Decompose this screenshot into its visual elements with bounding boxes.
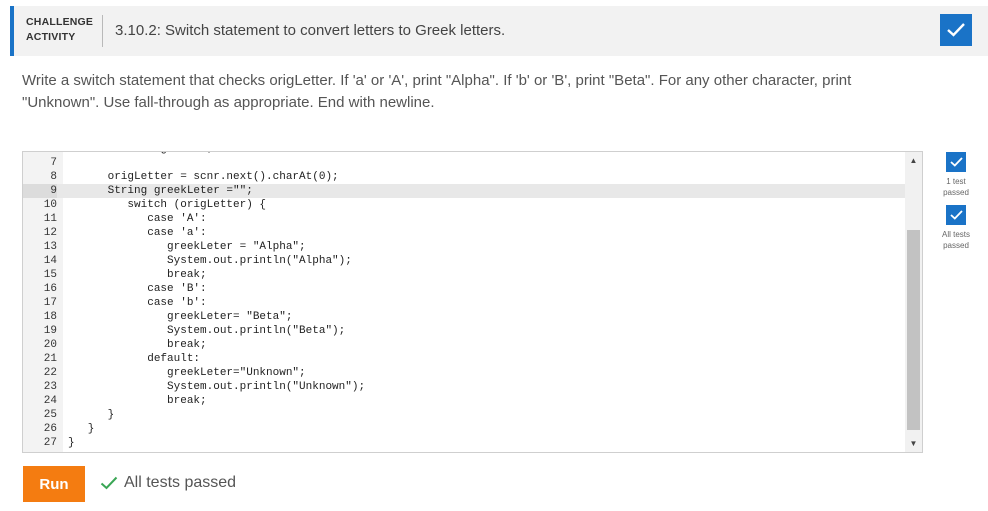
line-number: 7 bbox=[50, 157, 57, 169]
line-text[interactable]: origLetter = scnr.next().charAt(0); bbox=[68, 170, 339, 184]
completion-check-icon bbox=[940, 14, 972, 46]
line-text[interactable]: case 'B': bbox=[68, 282, 206, 296]
line-text[interactable]: greekLeter="Unknown"; bbox=[68, 366, 306, 380]
code-editor[interactable]: 6 char origLetter;78 origLetter = scnr.n… bbox=[22, 151, 923, 453]
line-number: 8 bbox=[50, 171, 57, 183]
activity-title: 3.10.2: Switch statement to convert lett… bbox=[115, 22, 506, 39]
activity-description: Write a switch statement that checks ori… bbox=[22, 72, 852, 111]
line-number: 13 bbox=[43, 241, 57, 253]
line-number: 23 bbox=[43, 381, 57, 393]
line-text[interactable]: } bbox=[68, 422, 95, 436]
all-tests-passed-check-icon bbox=[946, 205, 966, 225]
run-status: All tests passed bbox=[100, 474, 236, 492]
test2-status-text: All tests passed bbox=[936, 229, 976, 251]
code-line[interactable]: 21 default: bbox=[23, 352, 907, 366]
line-number: 14 bbox=[43, 255, 57, 267]
scroll-thumb[interactable] bbox=[907, 230, 920, 430]
line-number: 17 bbox=[43, 297, 57, 309]
line-text[interactable]: break; bbox=[68, 268, 207, 282]
success-check-icon bbox=[100, 476, 118, 490]
line-text[interactable]: switch (origLetter) { bbox=[68, 198, 266, 212]
code-line[interactable]: 14 System.out.println("Alpha"); bbox=[23, 254, 907, 268]
code-line[interactable]: 13 greekLeter = "Alpha"; bbox=[23, 240, 907, 254]
code-line[interactable]: 20 break; bbox=[23, 338, 907, 352]
code-line[interactable]: 27} bbox=[23, 436, 907, 450]
scroll-up-arrow-icon[interactable]: ▲ bbox=[905, 152, 922, 169]
line-number: 24 bbox=[43, 395, 57, 407]
line-number: 26 bbox=[43, 423, 57, 435]
test2-label-line1: All tests bbox=[941, 230, 970, 239]
line-text[interactable]: case 'b': bbox=[68, 296, 206, 310]
code-line[interactable]: 22 greekLeter="Unknown"; bbox=[23, 366, 907, 380]
code-line[interactable]: 19 System.out.println("Beta"); bbox=[23, 324, 907, 338]
scroll-down-arrow-icon[interactable]: ▼ bbox=[905, 435, 922, 452]
code-line[interactable]: 9 String greekLeter =""; bbox=[23, 184, 907, 198]
editor-scrollbar[interactable]: ▲ ▼ bbox=[905, 152, 922, 452]
test-passed-check-icon bbox=[946, 152, 966, 172]
code-content[interactable]: 6 char origLetter;78 origLetter = scnr.n… bbox=[23, 152, 907, 450]
line-text[interactable]: System.out.println("Beta"); bbox=[68, 324, 345, 338]
line-number: 27 bbox=[43, 437, 57, 449]
test-status-panel: 1 test passed All tests passed bbox=[936, 152, 976, 251]
line-text[interactable]: } bbox=[68, 436, 75, 450]
code-line[interactable]: 23 System.out.println("Unknown"); bbox=[23, 380, 907, 394]
line-text[interactable]: System.out.println("Unknown"); bbox=[68, 380, 365, 394]
line-number: 15 bbox=[43, 269, 57, 281]
line-number: 9 bbox=[23, 184, 57, 198]
code-line[interactable]: 18 greekLeter= "Beta"; bbox=[23, 310, 907, 324]
status-text: All tests passed bbox=[124, 474, 237, 491]
line-number: 19 bbox=[43, 325, 57, 337]
test1-label-line2: passed bbox=[943, 188, 969, 197]
line-text[interactable]: String greekLeter =""; bbox=[68, 184, 253, 198]
code-line[interactable]: 10 switch (origLetter) { bbox=[23, 198, 907, 212]
code-line[interactable]: 12 case 'a': bbox=[23, 226, 907, 240]
line-number: 18 bbox=[43, 311, 57, 323]
line-text[interactable]: default: bbox=[68, 352, 200, 366]
line-text[interactable]: case 'A': bbox=[68, 212, 206, 226]
activity-type-line2: ACTIVITY bbox=[26, 31, 76, 43]
run-button[interactable]: Run bbox=[23, 466, 85, 502]
line-number: 21 bbox=[43, 353, 57, 365]
line-text[interactable]: } bbox=[68, 408, 115, 422]
line-text[interactable]: greekLeter= "Beta"; bbox=[68, 310, 292, 324]
activity-type-line1: CHALLENGE bbox=[26, 16, 94, 28]
line-number: 11 bbox=[43, 213, 57, 225]
line-text[interactable]: case 'a': bbox=[68, 226, 206, 240]
line-text[interactable]: greekLeter = "Alpha"; bbox=[68, 240, 306, 254]
test1-status-text: 1 test passed bbox=[936, 176, 976, 198]
code-line[interactable]: 16 case 'B': bbox=[23, 282, 907, 296]
test1-label-line1: 1 test bbox=[946, 177, 966, 186]
line-text[interactable]: break; bbox=[68, 394, 207, 408]
line-number: 12 bbox=[43, 227, 57, 239]
code-line[interactable]: 26 } bbox=[23, 422, 907, 436]
code-line[interactable]: 24 break; bbox=[23, 394, 907, 408]
activity-header: CHALLENGE ACTIVITY 3.10.2: Switch statem… bbox=[10, 6, 988, 56]
line-number: 20 bbox=[43, 339, 57, 351]
code-line[interactable]: 8 origLetter = scnr.next().charAt(0); bbox=[23, 170, 907, 184]
activity-type-label: CHALLENGE ACTIVITY bbox=[26, 15, 104, 45]
line-number: 10 bbox=[43, 199, 57, 211]
code-line[interactable]: 15 break; bbox=[23, 268, 907, 282]
code-line[interactable]: 17 case 'b': bbox=[23, 296, 907, 310]
line-text[interactable]: break; bbox=[68, 338, 207, 352]
header-divider bbox=[102, 15, 103, 47]
code-line[interactable]: 25 } bbox=[23, 408, 907, 422]
test2-label-line2: passed bbox=[943, 241, 969, 250]
line-number: 25 bbox=[43, 409, 57, 421]
challenge-activity-page: CHALLENGE ACTIVITY 3.10.2: Switch statem… bbox=[0, 0, 988, 511]
code-line[interactable]: 7 bbox=[23, 156, 907, 170]
line-number: 16 bbox=[43, 283, 57, 295]
code-line[interactable]: 11 case 'A': bbox=[23, 212, 907, 226]
line-text[interactable]: System.out.println("Alpha"); bbox=[68, 254, 352, 268]
line-number: 22 bbox=[43, 367, 57, 379]
